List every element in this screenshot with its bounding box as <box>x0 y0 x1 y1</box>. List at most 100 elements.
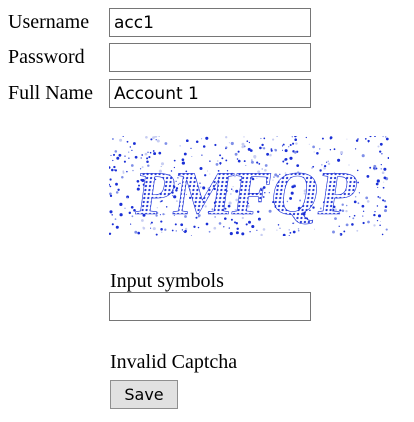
captcha-noise-dot <box>126 140 129 143</box>
captcha-noise-dot <box>164 228 167 231</box>
captcha-noise-dot <box>376 219 379 222</box>
captcha-noise-dot <box>235 231 239 235</box>
captcha-noise-dot <box>332 230 335 234</box>
captcha-noise-dot <box>355 139 359 142</box>
captcha-noise-dot <box>282 143 285 146</box>
captcha-noise-dot <box>134 230 138 234</box>
captcha-noise-dot <box>375 182 379 186</box>
captcha-input[interactable] <box>109 292 311 321</box>
captcha-noise-dot <box>205 136 209 140</box>
captcha-noise-dot <box>119 213 123 217</box>
captcha-noise-dot <box>113 169 116 171</box>
captcha-noise-dot <box>119 138 123 142</box>
username-input[interactable] <box>109 8 311 37</box>
captcha-noise-dot <box>179 145 181 147</box>
captcha-noise-dot <box>382 186 385 189</box>
captcha-noise-dot <box>214 143 217 147</box>
captcha-noise-dot <box>237 150 240 153</box>
captcha-noise-dot <box>294 138 297 141</box>
captcha-noise-dot <box>357 138 359 140</box>
captcha-noise-dot <box>362 221 365 225</box>
save-button[interactable]: Save <box>110 380 178 409</box>
captcha-noise-dot <box>329 136 333 139</box>
captcha-noise-dot <box>130 205 134 209</box>
captcha-noise-dot <box>130 164 134 167</box>
captcha-noise-dot <box>115 191 119 194</box>
captcha-noise-dot <box>195 140 199 144</box>
captcha-noise-dot <box>132 142 136 145</box>
captcha-noise-dot <box>249 231 251 233</box>
captcha-noise-dot <box>112 159 114 162</box>
captcha-input-label: Input symbols <box>110 270 224 292</box>
captcha-noise-dot <box>131 149 133 152</box>
captcha-noise-dot <box>379 224 381 227</box>
captcha-noise-dot <box>249 149 253 152</box>
captcha-noise-dot <box>312 145 315 149</box>
captcha-noise-dot <box>145 136 148 139</box>
full-name-label: Full Name <box>8 82 93 104</box>
captcha-noise-dot <box>115 225 119 229</box>
captcha-noise-dot <box>122 170 125 173</box>
captcha-noise-dot <box>329 149 332 151</box>
captcha-noise-dot <box>292 142 295 145</box>
captcha-noise-dot <box>382 199 385 202</box>
captcha-noise-dot <box>385 228 388 231</box>
captcha-noise-dot <box>357 202 360 205</box>
captcha-noise-dot <box>241 145 244 149</box>
captcha-noise-dot <box>134 155 138 159</box>
captcha-noise-dot <box>374 210 376 213</box>
password-input[interactable] <box>109 43 311 72</box>
captcha-noise-dot <box>123 160 126 163</box>
captcha-noise-dot <box>373 224 376 227</box>
captcha-noise-dot <box>150 138 153 141</box>
captcha-noise-dot <box>241 142 245 146</box>
captcha-noise-dot <box>253 155 257 159</box>
captcha-noise-dot <box>109 210 113 214</box>
full-name-input[interactable] <box>109 79 311 108</box>
captcha-noise-dot <box>356 229 359 232</box>
captcha-noise-dot <box>272 138 275 141</box>
captcha-noise-dot <box>377 145 380 148</box>
captcha-noise-dot <box>229 232 233 236</box>
captcha-noise-dot <box>114 218 117 220</box>
captcha-noise-dot <box>191 155 193 158</box>
captcha-noise-dot <box>385 137 389 141</box>
captcha-noise-dot <box>262 228 266 231</box>
captcha-noise-dot <box>364 138 367 140</box>
captcha-noise-dot <box>171 229 174 232</box>
captcha-noise-dot <box>109 192 112 196</box>
captcha-noise-dot <box>358 192 360 194</box>
captcha-noise-dot <box>308 143 310 145</box>
captcha-noise-dot <box>281 145 284 147</box>
captcha-noise-dot <box>128 157 130 159</box>
captcha-noise-dot <box>111 223 114 226</box>
captcha-noise-dot <box>158 151 162 155</box>
captcha-noise-dot <box>246 140 249 143</box>
captcha-noise-dot <box>365 196 369 200</box>
captcha-noise-dot <box>114 169 118 172</box>
captcha-noise-dot <box>155 139 157 141</box>
captcha-noise-dot <box>380 163 382 166</box>
captcha-noise-dot <box>376 179 380 183</box>
captcha-text: PMFQP <box>132 159 362 228</box>
captcha-noise-dot <box>276 229 278 231</box>
captcha-noise-dot <box>201 138 203 140</box>
captcha-noise-dot <box>339 233 341 236</box>
username-label: Username <box>8 11 90 33</box>
captcha-noise-dot <box>295 142 298 145</box>
captcha-noise-dot <box>343 230 346 233</box>
captcha-noise-dot <box>261 147 264 149</box>
captcha-noise-dot <box>340 150 344 155</box>
captcha-noise-dot <box>119 202 123 206</box>
captcha-noise-dot <box>230 141 234 146</box>
captcha-noise-dot <box>383 181 385 183</box>
captcha-noise-dot <box>377 214 382 218</box>
captcha-noise-dot <box>259 146 262 150</box>
captcha-noise-dot <box>248 141 251 144</box>
captcha-noise-dot <box>373 167 375 169</box>
captcha-noise-dot <box>269 153 272 157</box>
captcha-noise-dot <box>155 233 158 236</box>
captcha-noise-dot <box>366 200 370 203</box>
captcha-noise-dot <box>262 147 266 150</box>
captcha-noise-dot <box>378 196 382 199</box>
